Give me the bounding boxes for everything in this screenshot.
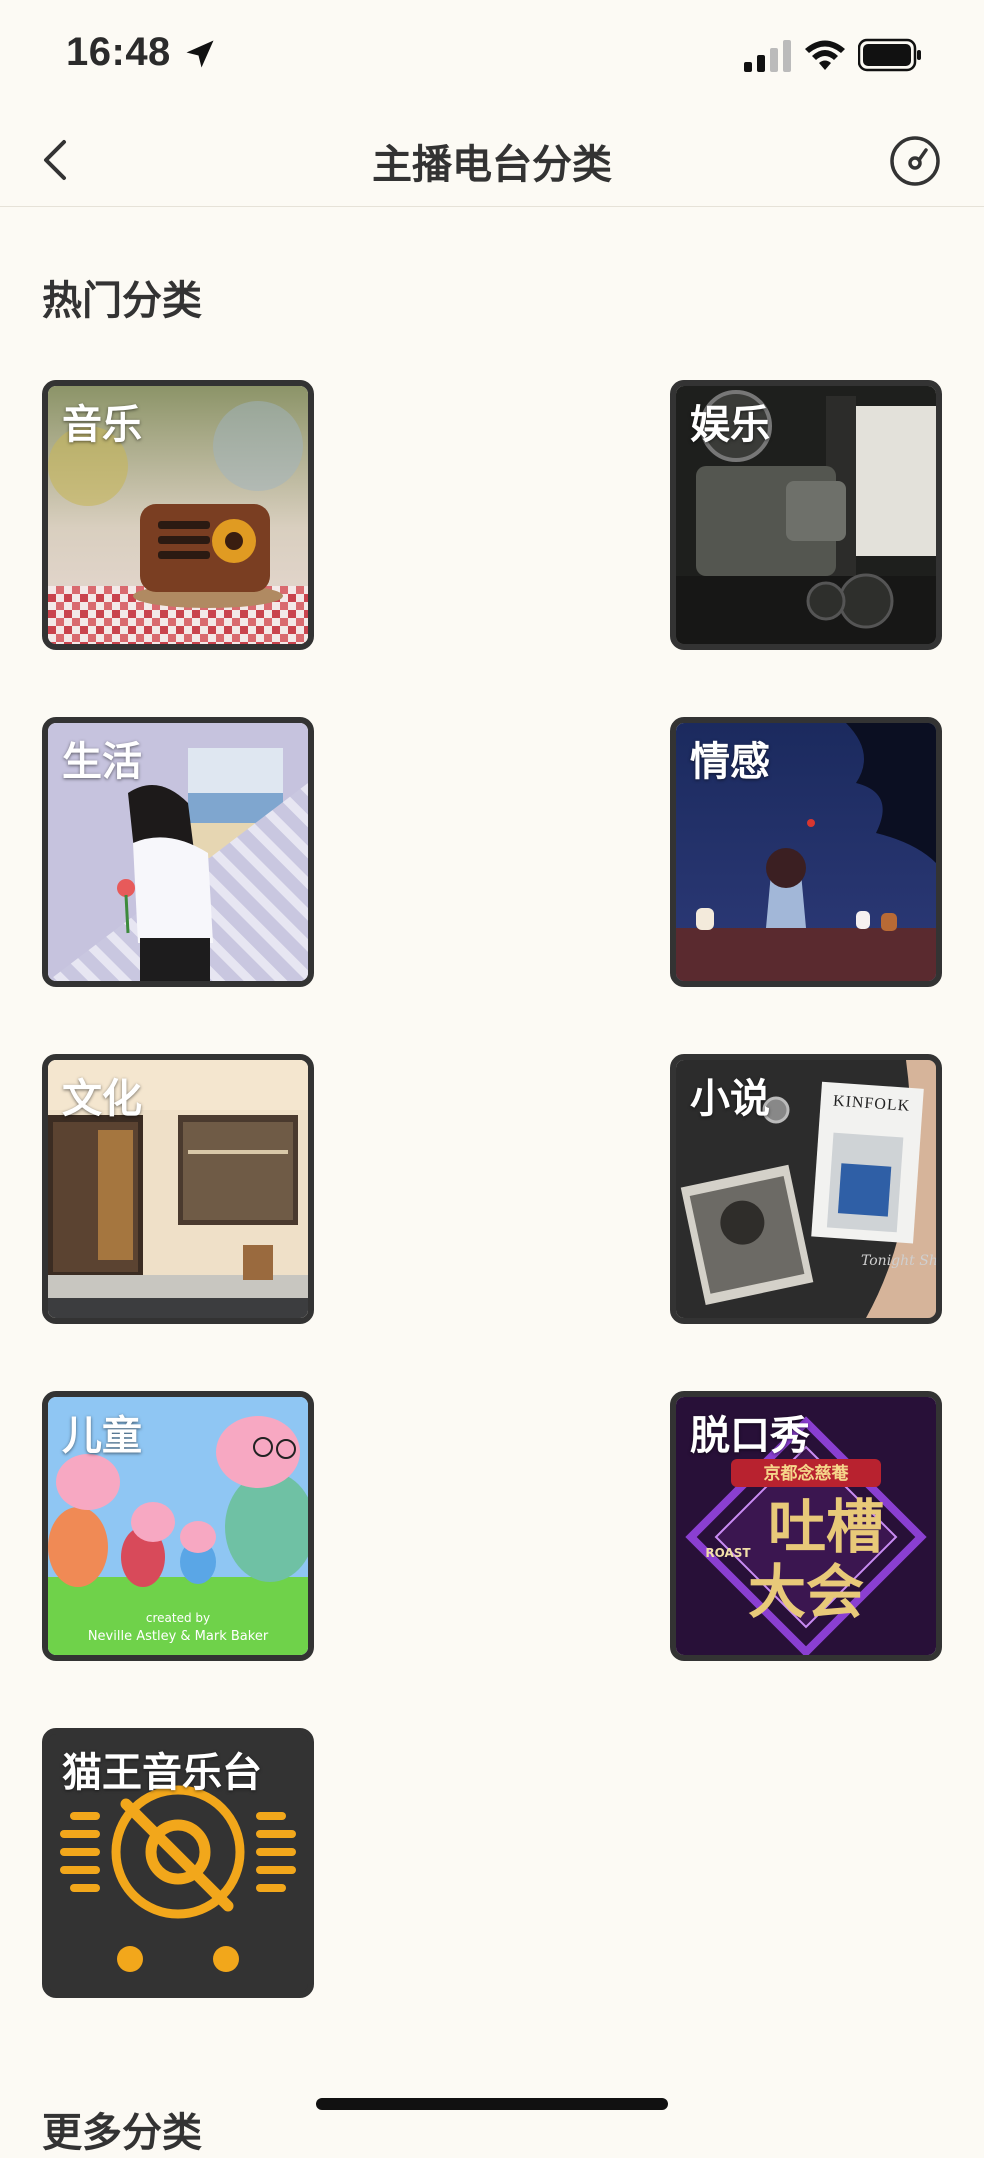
tonight-shop-text: Tonight Shop: [861, 1253, 936, 1269]
kids-credit-1: created by: [146, 1611, 210, 1625]
category-label: 音乐: [62, 402, 142, 448]
more-categories-title: 更多分类: [42, 2110, 202, 2156]
category-label: 情感: [690, 739, 770, 785]
home-indicator[interactable]: [316, 2098, 668, 2110]
category-label: 娱乐: [690, 402, 770, 448]
status-bar: 16:48: [0, 0, 984, 110]
category-label: 脱口秀: [690, 1413, 810, 1459]
category-card-life[interactable]: 生活: [42, 717, 314, 987]
roast-title-1: 吐槽: [768, 1493, 884, 1561]
roast-sponsor: 京都念慈菴: [764, 1463, 850, 1484]
category-card-entertainment[interactable]: 娱乐: [670, 380, 942, 650]
now-playing-disc-icon[interactable]: [888, 134, 942, 188]
status-time: 16:48: [66, 30, 171, 74]
location-arrow-icon: [186, 40, 214, 68]
cellular-signal-icon: [744, 40, 791, 72]
roast-word: ROAST: [705, 1546, 751, 1560]
category-card-emotion[interactable]: 情感: [670, 717, 942, 987]
category-label: 猫王音乐台: [62, 1750, 262, 1796]
category-card-music[interactable]: 音乐: [42, 380, 314, 650]
category-card-kids[interactable]: created by Neville Astley & Mark Baker 儿…: [42, 1391, 314, 1661]
page-title: 主播电台分类: [372, 142, 612, 188]
category-card-culture[interactable]: 文化: [42, 1054, 314, 1324]
category-card-maowang-radio[interactable]: 猫王音乐台: [42, 1728, 314, 1998]
category-card-novel[interactable]: KINFOLK Tonight Shop 小说: [670, 1054, 942, 1324]
hot-categories-title: 热门分类: [42, 278, 202, 324]
category-card-talkshow[interactable]: 京都念慈菴 吐槽 大会 ROAST 脱口秀: [670, 1391, 942, 1661]
battery-icon: [858, 38, 921, 72]
wifi-icon: [805, 40, 845, 70]
kids-credit-2: Neville Astley & Mark Baker: [88, 1629, 269, 1644]
category-label: 小说: [690, 1076, 770, 1122]
roast-title-2: 大会: [748, 1558, 864, 1626]
category-label: 儿童: [62, 1413, 142, 1459]
category-label: 生活: [62, 739, 142, 785]
navigation-bar: 主播电台分类: [0, 110, 984, 207]
category-label: 文化: [62, 1076, 142, 1122]
